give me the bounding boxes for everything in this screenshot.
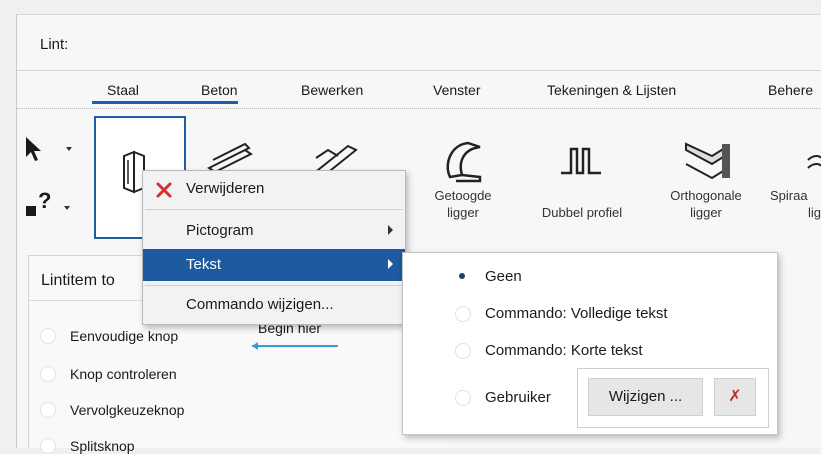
pointer-tool-icon[interactable] [24, 135, 76, 163]
tool-label-dubbel-profiel: Dubbel profiel [541, 205, 623, 220]
radio-gebruiker[interactable] [455, 390, 471, 406]
tool-label-orthogonale: Orthogonale ligger [670, 188, 742, 220]
menu-separator [145, 285, 403, 286]
submenu-arrow-icon [388, 259, 393, 269]
delete-x-icon [156, 182, 172, 198]
tab-bewerken[interactable]: Bewerken [301, 82, 363, 98]
option-label: Gebruiker [485, 389, 551, 406]
edit-button[interactable]: Wijzigen ... [588, 378, 703, 416]
tab-beton[interactable]: Beton [201, 82, 238, 98]
orthogonal-beam-icon[interactable] [682, 140, 732, 184]
option-label: Commando: Korte tekst [485, 342, 643, 359]
menu-separator [145, 209, 403, 210]
help-tool-icon[interactable]: ? [24, 186, 76, 222]
arrow-left-icon [252, 342, 338, 350]
tab-tekeningen-lijsten[interactable]: Tekeningen & Lijsten [547, 82, 676, 98]
option-label: Commando: Volledige tekst [485, 305, 668, 322]
context-menu: Verwijderen Pictogram Tekst Commando wij… [142, 170, 406, 325]
tab-staal[interactable]: Staal [107, 82, 139, 98]
radio-vervolgkeuzeknop[interactable] [40, 402, 56, 418]
clear-button[interactable]: ✗ [714, 378, 756, 416]
text-submenu: Geen Commando: Volledige tekst Commando:… [402, 252, 778, 435]
option-label: Eenvoudige knop [70, 328, 179, 344]
tool-label-spiraal: Spiraa lig [770, 188, 821, 220]
radio-volledige-tekst[interactable] [455, 306, 471, 322]
radio-eenvoudige-knop[interactable] [40, 328, 56, 344]
svg-text:?: ? [38, 188, 51, 213]
option-label: Knop controleren [70, 366, 177, 382]
active-tab-indicator [92, 101, 238, 104]
menu-item-pictogram[interactable]: Pictogram [143, 215, 405, 247]
option-label: Splitsknop [70, 438, 135, 454]
curved-beam-icon[interactable] [440, 137, 490, 183]
option-label: Vervolgkeuzeknop [70, 402, 185, 418]
submenu-arrow-icon [388, 225, 393, 235]
pane-heading: Lintitem to [41, 272, 115, 289]
ribbon-label: Lint: [40, 36, 69, 53]
radio-geen[interactable] [455, 269, 471, 285]
tab-beheren[interactable]: Behere [768, 82, 813, 98]
double-profile-icon[interactable] [557, 143, 607, 179]
option-label: Geen [485, 268, 522, 285]
divider [17, 70, 821, 71]
divider [17, 108, 821, 109]
radio-splitsknop[interactable] [40, 438, 56, 454]
tool-label-getoogde: Getoogde ligger [434, 188, 492, 220]
menu-item-verwijderen[interactable]: Verwijderen [143, 173, 405, 205]
menu-item-commando-wijzigen[interactable]: Commando wijzigen... [143, 289, 405, 321]
tab-venster[interactable]: Venster [433, 82, 480, 98]
menu-item-tekst[interactable]: Tekst [143, 249, 405, 281]
radio-knop-controleren[interactable] [40, 366, 56, 382]
radio-korte-tekst[interactable] [455, 343, 471, 359]
spiral-beam-icon[interactable] [800, 150, 821, 180]
